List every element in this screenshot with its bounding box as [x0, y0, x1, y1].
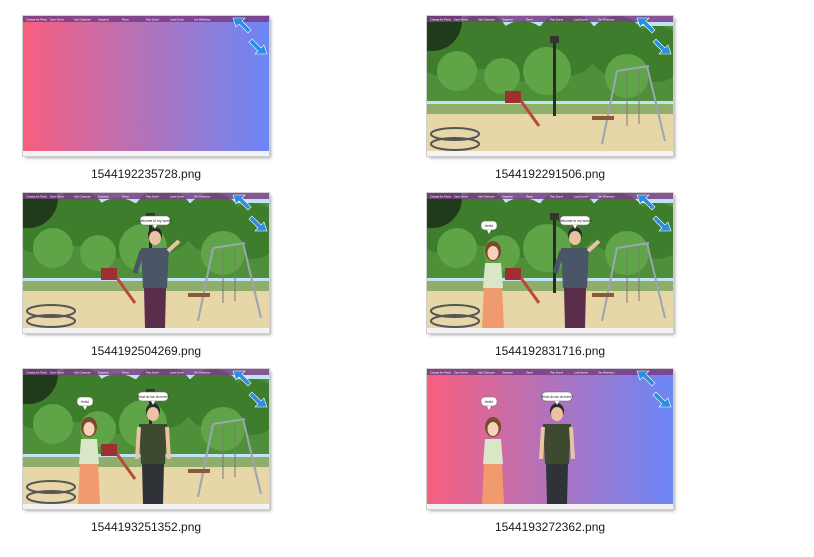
toolbar-item[interactable]: Change the Photo: [430, 195, 451, 199]
file-name-label[interactable]: 1544192504269.png: [3, 344, 289, 358]
toolbar-item[interactable]: Get Whatsbox: [598, 18, 615, 22]
toolbar-item[interactable]: Load Scene: [170, 18, 184, 22]
bottom-bar: [427, 151, 673, 156]
toolbar-item[interactable]: Add Character: [74, 195, 91, 199]
game-toolbar: Change the Photo Save Scene Add Character S…: [427, 16, 673, 22]
toolbar-item[interactable]: Reset: [526, 195, 533, 199]
toolbar-item[interactable]: Play Scene: [146, 195, 160, 199]
toolbar-item[interactable]: Get Whatsbox: [194, 18, 211, 22]
bottom-bar: [23, 504, 269, 509]
bottom-bar: [427, 328, 673, 333]
toolbar-item[interactable]: Save Scene: [50, 18, 65, 22]
image-thumbnail[interactable]: Change the Photo Save Scene Add Character S…: [22, 192, 270, 334]
toolbar-item[interactable]: Reset: [526, 371, 533, 375]
toolbar-item[interactable]: Add Character: [478, 18, 495, 22]
image-thumbnail[interactable]: Change the Photo Save Scene Add Character S…: [22, 15, 270, 157]
toolbar-item[interactable]: Load Scene: [574, 18, 588, 22]
toolbar-item[interactable]: Play Scene: [550, 195, 564, 199]
image-thumbnail[interactable]: Change the Photo Save Scene Add Character S…: [426, 15, 674, 157]
game-toolbar: Change the Photo Save Scene Add Character S…: [23, 16, 269, 22]
file-name-label[interactable]: 1544192291506.png: [407, 167, 693, 181]
game-toolbar: Change the Photo Save Scene Add Character S…: [23, 193, 269, 199]
toolbar-item[interactable]: Add Character: [478, 371, 495, 375]
game-toolbar: Change the Photo Save Scene Add Character S…: [427, 369, 673, 375]
toolbar-item[interactable]: Get Whatsbox: [598, 371, 615, 375]
toolbar-item[interactable]: Save Scene: [50, 371, 65, 375]
toolbar-item[interactable]: Save Scene: [454, 18, 469, 22]
toolbar-item[interactable]: Change the Photo: [26, 371, 47, 375]
toolbar-item[interactable]: Play Scene: [550, 371, 564, 375]
toolbar-item[interactable]: Change the Photo: [430, 18, 451, 22]
toolbar-item[interactable]: Save Scene: [50, 195, 65, 199]
speech-bubble-text: Hello!: [81, 400, 90, 404]
toolbar-item[interactable]: Change the Photo: [26, 195, 47, 199]
speech-bubble-text: What do we do here?: [137, 395, 169, 399]
toolbar-item[interactable]: Reset: [122, 371, 129, 375]
toolbar-item[interactable]: Save Scene: [454, 195, 469, 199]
file-name-label[interactable]: 1544192235728.png: [3, 167, 289, 181]
park-background: [427, 16, 673, 156]
toolbar-item[interactable]: Snapshot: [98, 195, 109, 199]
toolbar-item[interactable]: Load Scene: [170, 195, 184, 199]
toolbar-item[interactable]: Play Scene: [146, 18, 160, 22]
toolbar-item[interactable]: Get Whatsbox: [194, 195, 211, 199]
speech-bubble-text: What do we do here?: [541, 395, 573, 399]
toolbar-item[interactable]: Load Scene: [574, 371, 588, 375]
toolbar-item[interactable]: Change the Photo: [430, 371, 451, 375]
bottom-bar: [23, 328, 269, 333]
speech-bubble-text: Hello!: [485, 224, 494, 228]
toolbar-item[interactable]: Reset: [526, 18, 533, 22]
toolbar-item[interactable]: Snapshot: [502, 371, 513, 375]
toolbar-item[interactable]: Add Character: [478, 195, 495, 199]
toolbar-item[interactable]: Snapshot: [502, 18, 513, 22]
game-toolbar: Change the Photo Save Scene Add Character S…: [23, 369, 269, 375]
gradient-background: [23, 16, 269, 156]
toolbar-item[interactable]: Reset: [122, 18, 129, 22]
toolbar-item[interactable]: Get Whatsbox: [194, 371, 211, 375]
toolbar-item[interactable]: Change the Photo: [26, 18, 47, 22]
toolbar-item[interactable]: Play Scene: [146, 371, 160, 375]
speech-bubble-text: Hello!: [485, 400, 494, 404]
game-toolbar: Change the Photo Save Scene Add Character S…: [427, 193, 673, 199]
toolbar-item[interactable]: Snapshot: [98, 18, 109, 22]
toolbar-item[interactable]: Snapshot: [502, 195, 513, 199]
speech-bubble-text: Welcome to my world!: [138, 219, 171, 223]
toolbar-item[interactable]: Get Whatsbox: [598, 195, 615, 199]
bottom-bar: [427, 504, 673, 509]
toolbar-item[interactable]: Load Scene: [170, 371, 184, 375]
image-thumbnail[interactable]: Change the Photo Save Scene Add Character S…: [426, 192, 674, 334]
speech-bubble-text: Welcome to my world!: [558, 219, 591, 223]
file-name-label[interactable]: 1544193272362.png: [407, 520, 693, 534]
toolbar-item[interactable]: Add Character: [74, 18, 91, 22]
file-name-label[interactable]: 1544193251352.png: [3, 520, 289, 534]
toolbar-item[interactable]: Add Character: [74, 371, 91, 375]
toolbar-item[interactable]: Save Scene: [454, 371, 469, 375]
bottom-bar: [23, 151, 269, 156]
image-thumbnail[interactable]: Change the Photo Save Scene Add Character S…: [22, 368, 270, 510]
toolbar-item[interactable]: Play Scene: [550, 18, 564, 22]
toolbar-item[interactable]: Reset: [122, 195, 129, 199]
file-name-label[interactable]: 1544192831716.png: [407, 344, 693, 358]
image-thumbnail[interactable]: Change the Photo Save Scene Add Character S…: [426, 368, 674, 510]
toolbar-item[interactable]: Snapshot: [98, 371, 109, 375]
park-background: [427, 193, 673, 333]
toolbar-item[interactable]: Load Scene: [574, 195, 588, 199]
